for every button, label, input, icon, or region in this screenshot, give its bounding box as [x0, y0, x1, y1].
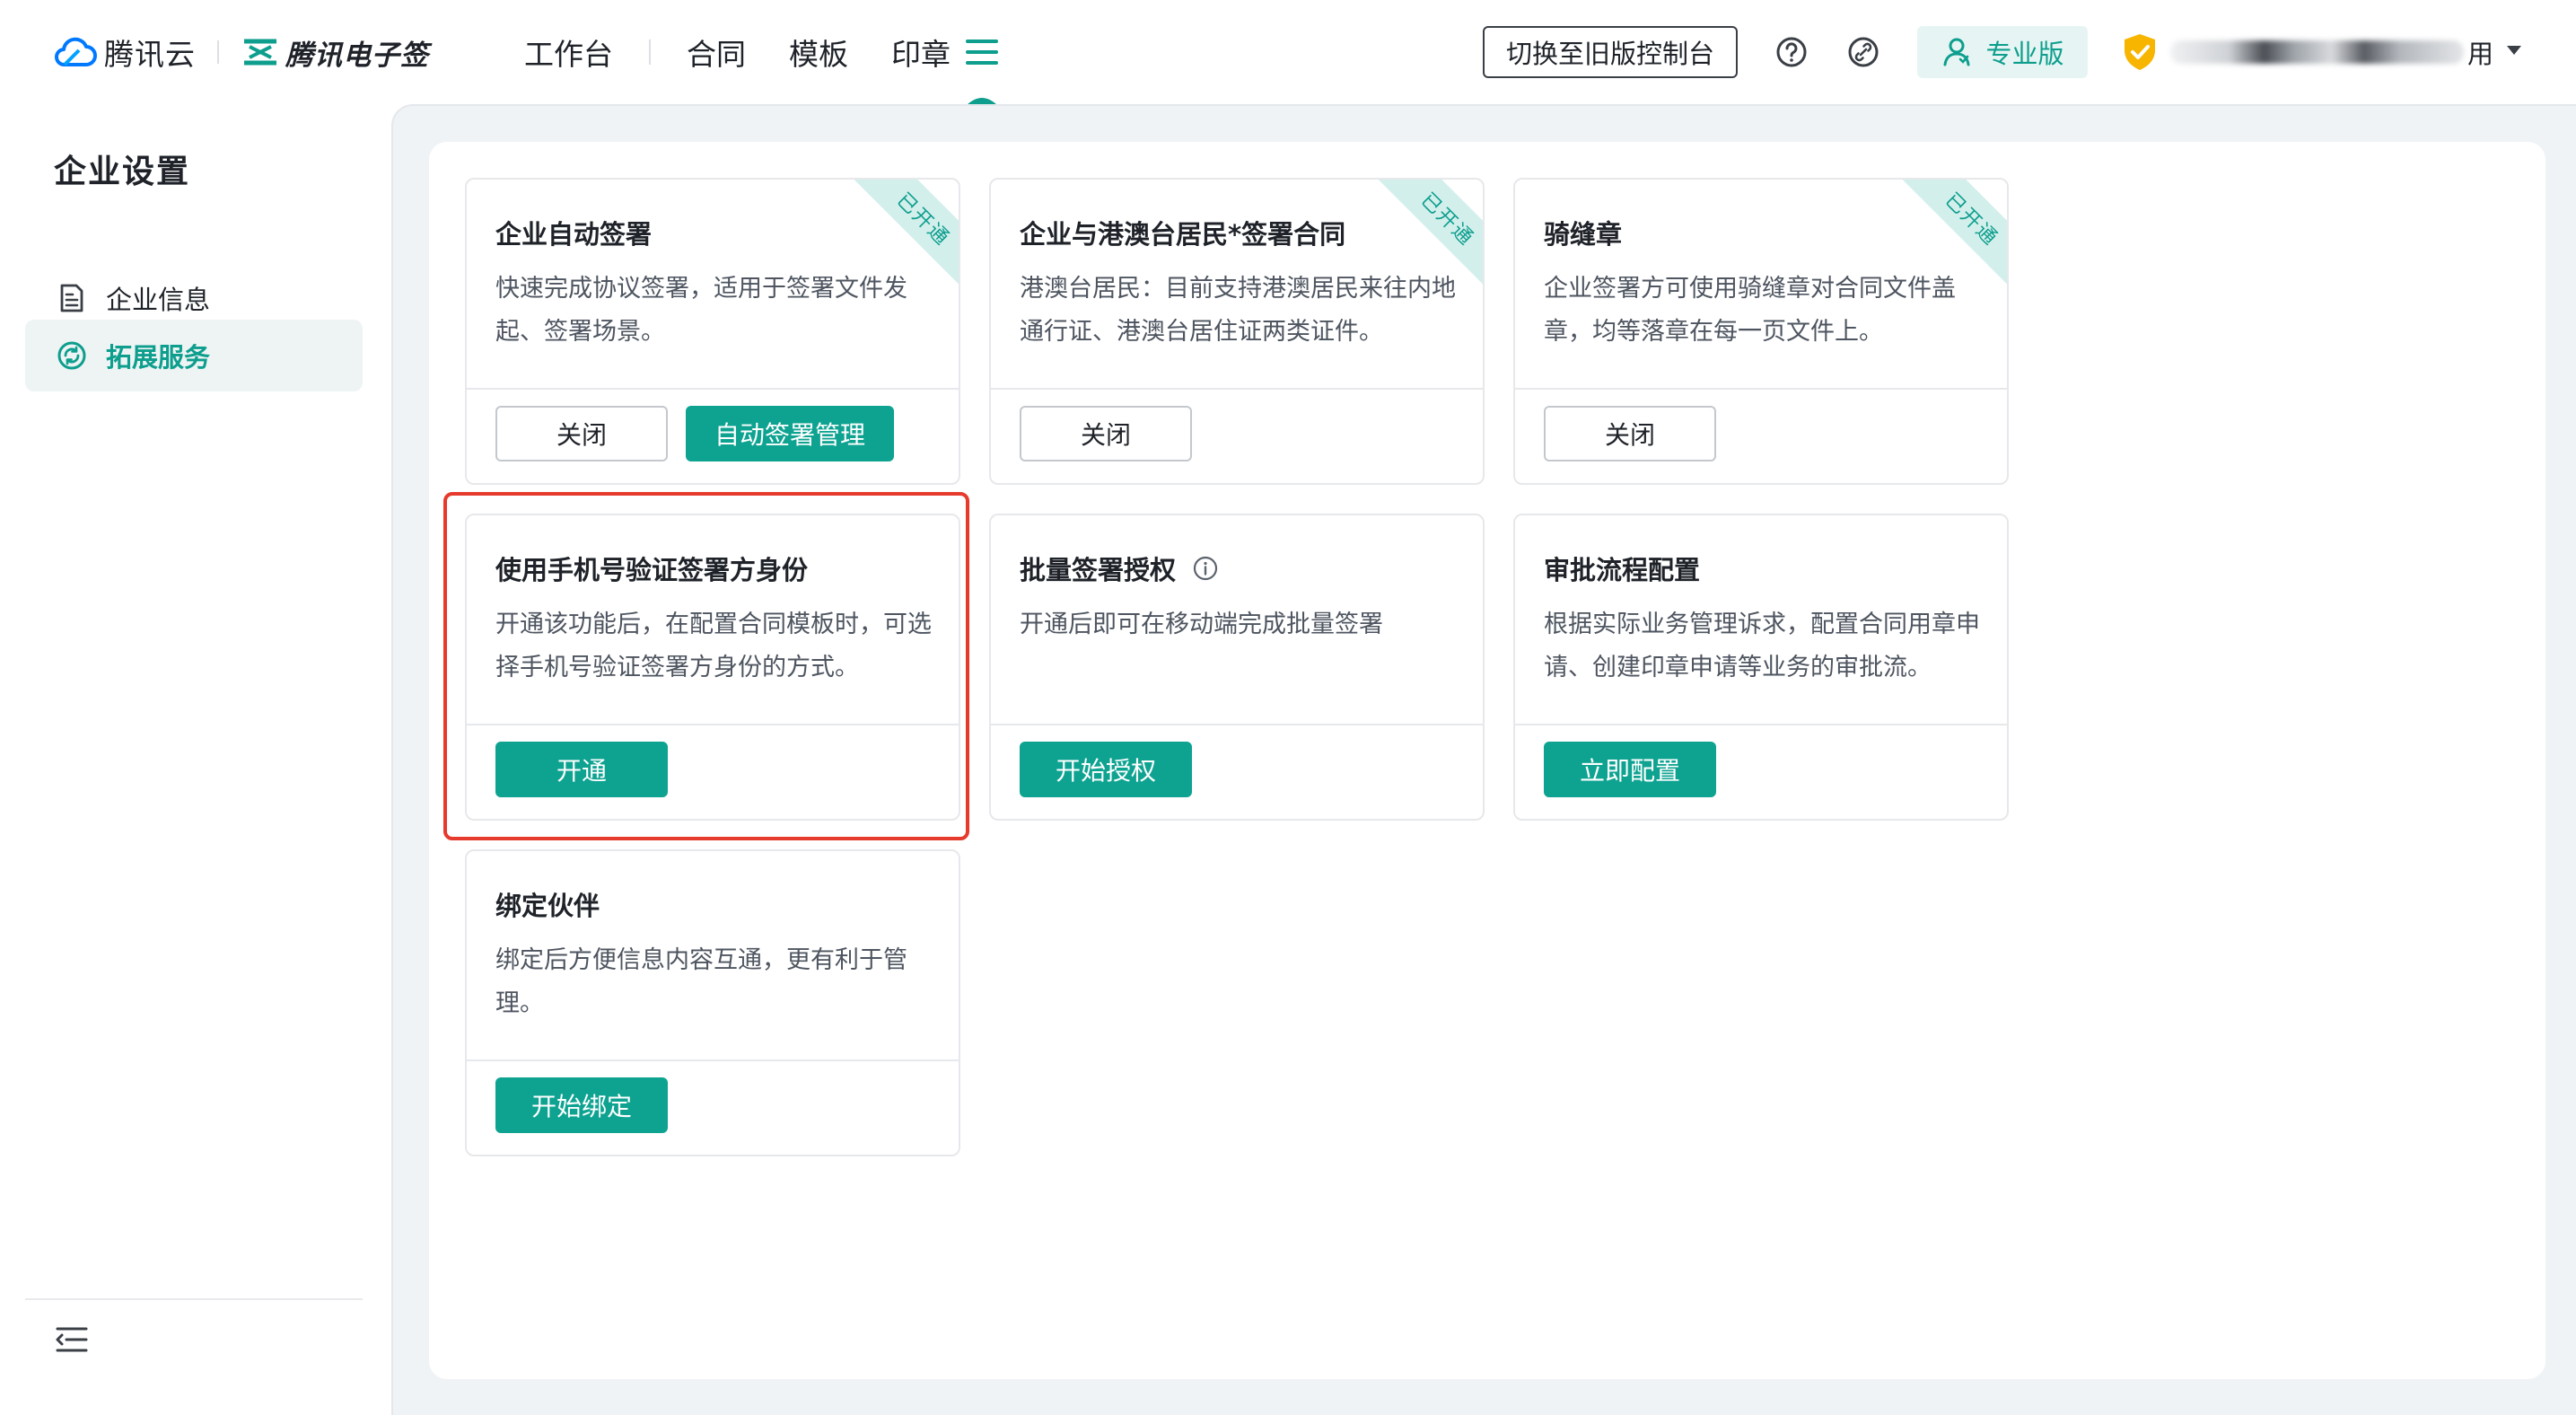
brand[interactable]: 腾讯云 腾讯电子签: [52, 31, 429, 74]
user-icon: [1943, 38, 1970, 66]
switch-old-console-button[interactable]: 切换至旧版控制台: [1483, 26, 1738, 78]
card-divider: [467, 1059, 959, 1061]
card-title-row: 批量签署授权: [1020, 549, 1219, 587]
sidebar-item-label: 拓展服务: [106, 342, 211, 373]
verified-shield-icon: [2125, 34, 2155, 70]
card-title: 绑定伙伴: [495, 891, 600, 921]
document-icon: [60, 284, 83, 312]
service-card-hk-macao-taiwan-sign: 已开通 企业与港澳台居民*签署合同 港澳台居民：目前支持港澳居民来往内地通行证、…: [989, 178, 1485, 485]
card-description: 绑定后方便信息内容互通，更有利于管理。: [495, 946, 907, 1017]
sidebar: 企业设置 企业信息 拓展服务: [0, 104, 391, 1415]
brand-name: 腾讯云: [104, 37, 196, 72]
close-paging-seal-button[interactable]: 关闭: [1544, 406, 1716, 461]
card-divider: [467, 388, 959, 390]
pro-edition-badge[interactable]: 专业版: [1917, 26, 2088, 78]
enabled-ribbon-label: 已开通: [891, 189, 954, 251]
sidebar-item-extension-services[interactable]: 拓展服务: [25, 320, 363, 391]
nav-contracts[interactable]: 合同: [687, 31, 746, 74]
account-name-tail: 用: [2466, 39, 2493, 69]
auto-sign-manage-button[interactable]: 自动签署管理: [686, 406, 894, 461]
account-name[interactable]: 用: [2170, 27, 2493, 77]
card-description: 企业签署方可使用骑缝章对合同文件盖章，均等落章在每一页文件上。: [1544, 275, 1956, 346]
service-card-approval-flow: 审批流程配置 根据实际业务管理诉求，配置合同用章申请、创建印章申请等业务的审批流…: [1513, 514, 2009, 821]
nav-templates[interactable]: 模板: [789, 31, 848, 74]
hamburger-menu-button[interactable]: [962, 31, 1002, 74]
pro-edition-label: 专业版: [1985, 39, 2064, 69]
card-title: 骑缝章: [1544, 219, 1623, 250]
card-divider: [1515, 724, 2007, 725]
card-title: 审批流程配置: [1544, 555, 1701, 585]
start-binding-button[interactable]: 开始绑定: [495, 1077, 668, 1133]
info-circle-icon[interactable]: [1192, 555, 1219, 582]
link-icon[interactable]: [1845, 34, 1881, 70]
service-card-paging-seal: 已开通 骑缝章 企业签署方可使用骑缝章对合同文件盖章，均等落章在每一页文件上。 …: [1513, 178, 2009, 485]
esign-logo-icon: [244, 39, 276, 66]
service-card-bind-partner: 绑定伙伴 绑定后方便信息内容互通，更有利于管理。 开始绑定: [465, 849, 960, 1156]
extension-service-icon: [57, 341, 86, 370]
close-auto-sign-button[interactable]: 关闭: [495, 406, 668, 461]
card-divider: [1515, 388, 2007, 390]
enabled-ribbon-label: 已开通: [1940, 189, 2002, 251]
esign-brand-name: 腾讯电子签: [285, 39, 429, 72]
collapse-sidebar-icon[interactable]: [54, 1322, 90, 1358]
account-name-blurred: [2170, 40, 2464, 64]
card-divider: [991, 388, 1483, 390]
main-nav: 工作台 合同 模板 印章: [524, 31, 951, 74]
sidebar-divider: [25, 1298, 363, 1300]
question-circle-icon[interactable]: [1774, 34, 1809, 70]
card-title: 企业与港澳台居民*签署合同: [1020, 219, 1346, 250]
service-card-batch-sign-auth: 批量签署授权 开通后即可在移动端完成批量签署 开始授权: [989, 514, 1485, 821]
card-description: 根据实际业务管理诉求，配置合同用章申请、创建印章申请等业务的审批流。: [1544, 611, 1980, 681]
sidebar-item-label: 企业信息: [106, 285, 211, 315]
tencent-cloud-logo-icon: [55, 37, 97, 66]
close-hk-macao-taiwan-button[interactable]: 关闭: [1020, 406, 1192, 461]
card-title: 批量签署授权: [1020, 555, 1177, 585]
sidebar-title: 企业设置: [54, 154, 191, 190]
highlight-annotation-box: [443, 492, 969, 840]
chevron-down-icon[interactable]: [2504, 41, 2524, 59]
nav-workbench[interactable]: 工作台: [524, 31, 613, 74]
brand-divider: [217, 40, 219, 64]
card-divider: [991, 724, 1483, 725]
nav-divider: [649, 40, 651, 65]
start-authorization-button[interactable]: 开始授权: [1020, 742, 1192, 797]
card-description: 港澳台居民：目前支持港澳居民来往内地通行证、港澳台居住证两类证件。: [1020, 275, 1456, 346]
card-description: 快速完成协议签署，适用于签署文件发起、签署场景。: [495, 275, 907, 346]
configure-now-button[interactable]: 立即配置: [1544, 742, 1716, 797]
service-card-auto-sign: 已开通 企业自动签署 快速完成协议签署，适用于签署文件发起、签署场景。 关闭 自…: [465, 178, 960, 485]
hamburger-menu-icon: [966, 40, 998, 65]
enabled-ribbon-label: 已开通: [1415, 189, 1478, 251]
top-navigation-bar: 腾讯云 腾讯电子签 工作台 合同 模板 印章 切换至旧版控制台 专业版 用: [0, 0, 2576, 106]
nav-seals[interactable]: 印章: [891, 31, 951, 74]
card-description: 开通后即可在移动端完成批量签署: [1020, 611, 1383, 638]
card-title: 企业自动签署: [495, 219, 653, 250]
